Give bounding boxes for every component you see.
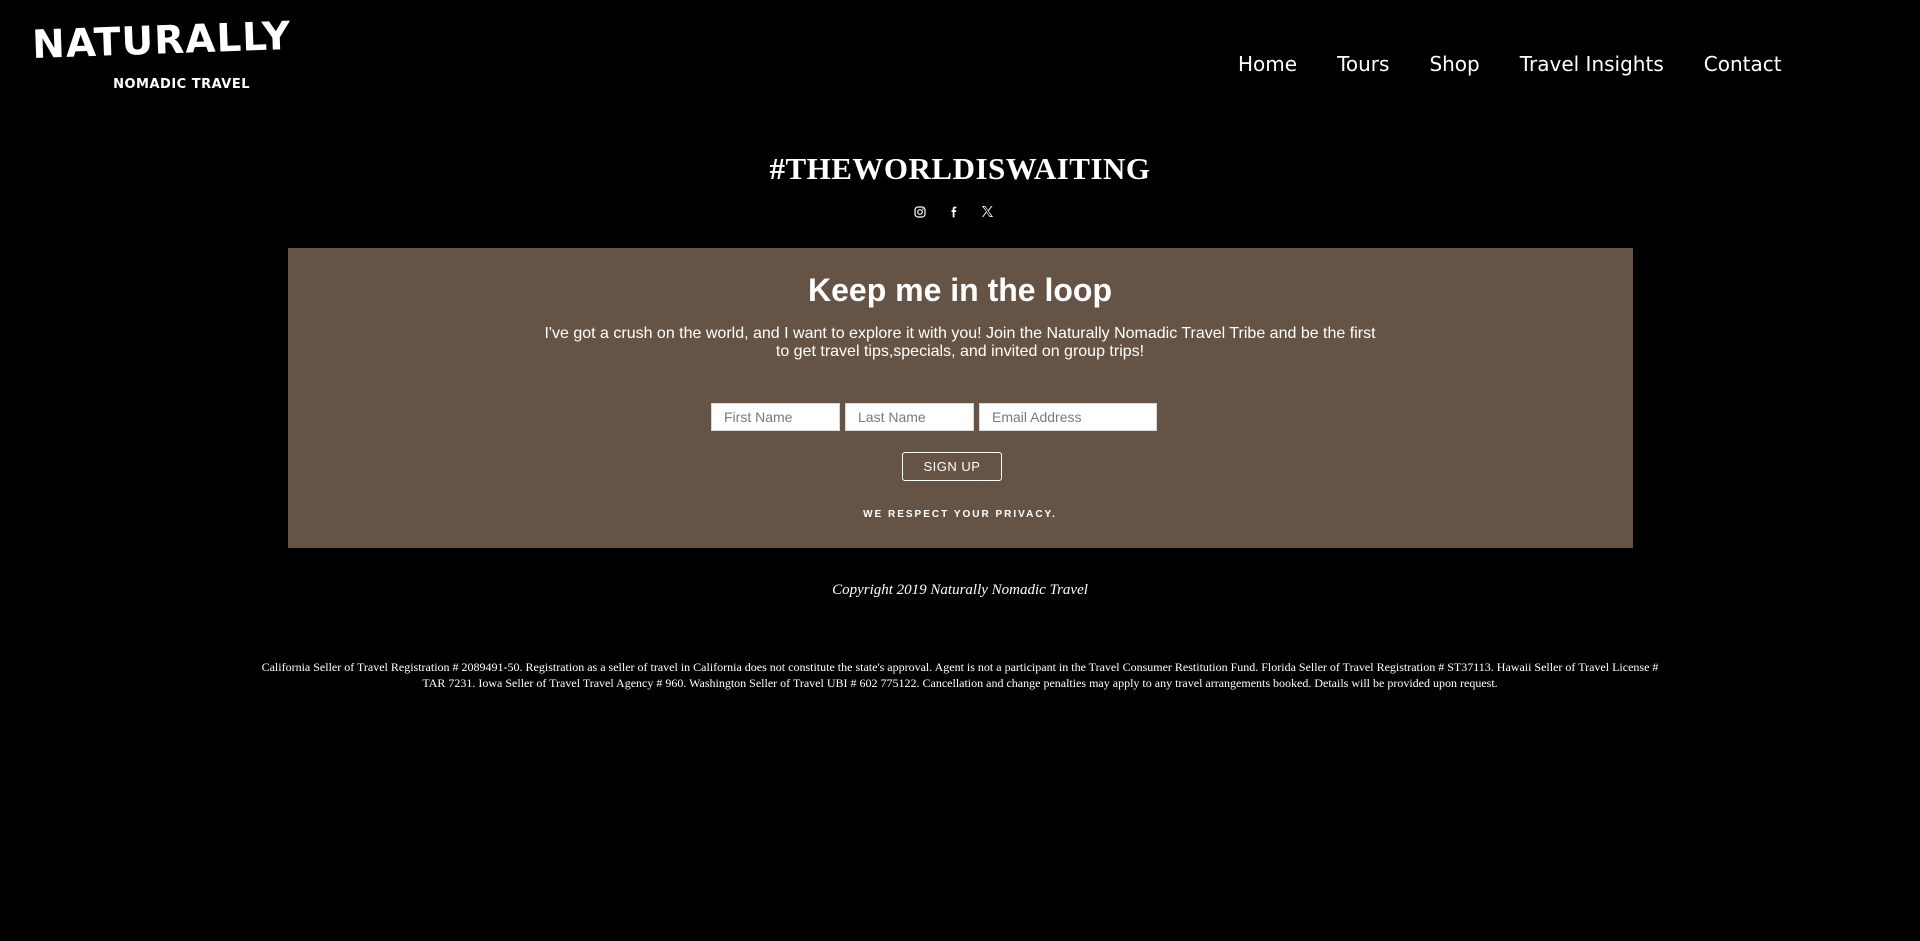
newsletter-title: Keep me in the loop [807,272,1113,308]
legal-disclaimer: California Seller of Travel Registration… [261,660,1659,690]
nav-shop[interactable]: Shop [1429,50,1479,78]
privacy-note: WE RESPECT YOUR PRIVACY. [863,509,1057,520]
copyright-text: Copyright 2019 Naturally Nomadic Travel [832,582,1088,598]
signup-form [711,403,1157,431]
email-input[interactable] [979,403,1157,431]
main-nav: Home Tours Shop Travel Insights Contact [1238,50,1782,78]
nav-contact[interactable]: Contact [1704,50,1782,78]
logo-wordmark: NATURALLY [31,13,292,68]
facebook-icon[interactable] [945,203,962,220]
sign-up-button[interactable]: SIGN UP [902,452,1002,481]
last-name-input[interactable] [845,403,974,431]
nav-travel-insights[interactable]: Travel Insights [1520,50,1664,78]
logo-tagline: NOMADIC TRAVEL [113,77,250,92]
nav-home[interactable]: Home [1238,50,1297,78]
x-twitter-icon[interactable] [979,203,996,220]
site-logo[interactable]: NATURALLY NOMADIC TRAVEL [31,14,292,96]
newsletter-description: I've got a crush on the world, and I wan… [544,325,1376,360]
nav-tours[interactable]: Tours [1337,50,1389,78]
instagram-icon[interactable] [911,203,928,220]
first-name-input[interactable] [711,403,840,431]
hashtag-heading: #THEWORLDISWAITING [769,151,1151,186]
social-links [911,203,996,220]
